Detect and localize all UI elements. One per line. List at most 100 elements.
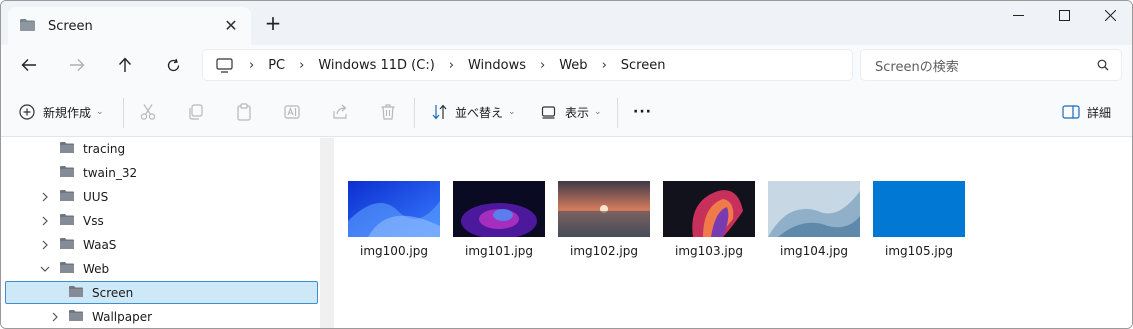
close-button[interactable] bbox=[1087, 1, 1132, 29]
details-pane-icon bbox=[1062, 105, 1080, 119]
nav-item-label: Wallpaper bbox=[92, 310, 153, 324]
file-name[interactable]: img105.jpg bbox=[865, 244, 973, 258]
file-thumbnail-img100[interactable] bbox=[348, 181, 440, 237]
up-button[interactable] bbox=[111, 53, 139, 77]
new-button[interactable]: 新規作成 ⌄ bbox=[19, 100, 104, 124]
breadcrumb-drive[interactable]: Windows 11D (C:) bbox=[318, 58, 434, 73]
breadcrumb-pc[interactable]: PC bbox=[268, 58, 285, 73]
close-icon bbox=[1104, 9, 1116, 21]
chevron-down-icon: ⌄ bbox=[508, 107, 516, 117]
command-bar: 新規作成 ⌄ 並べ替え ⌄ 表示 ⌄ ··· 詳細 bbox=[1, 86, 1132, 137]
close-tab-icon[interactable]: ✕ bbox=[223, 16, 239, 35]
nav-selection-highlight bbox=[5, 281, 318, 304]
folder-icon bbox=[68, 285, 84, 301]
chevron-down-icon: ⌄ bbox=[96, 107, 104, 117]
cut-button[interactable] bbox=[139, 100, 157, 124]
navigation-pane-scrollbar[interactable] bbox=[320, 138, 334, 328]
file-thumbnail-img104[interactable] bbox=[768, 181, 860, 237]
chevron-right-icon[interactable] bbox=[39, 191, 51, 203]
tab-title: Screen bbox=[48, 18, 93, 34]
folder-icon bbox=[59, 141, 75, 157]
copy-icon bbox=[189, 104, 203, 120]
breadcrumb-separator[interactable]: › bbox=[249, 58, 254, 73]
nav-item-label: Screen bbox=[92, 286, 134, 300]
toolbar-divider bbox=[123, 98, 124, 128]
forward-button[interactable] bbox=[63, 53, 91, 77]
nav-item-waas[interactable]: WaaS bbox=[59, 234, 116, 256]
nav-item-twain-32[interactable]: twain_32 bbox=[59, 162, 137, 184]
search-box[interactable]: Screenの検索 bbox=[860, 49, 1122, 81]
title-bar: Screen ✕ + bbox=[1, 1, 1132, 45]
new-tab-button[interactable]: + bbox=[263, 11, 283, 35]
search-icon[interactable] bbox=[1097, 59, 1109, 75]
rename-button[interactable] bbox=[283, 100, 301, 124]
file-thumbnail-img103[interactable] bbox=[663, 181, 755, 237]
pc-monitor-icon[interactable] bbox=[216, 57, 233, 73]
maximize-button[interactable] bbox=[1041, 1, 1087, 29]
arrow-up-icon bbox=[118, 57, 132, 72]
nav-item-tracing[interactable]: tracing bbox=[59, 138, 125, 160]
tab-screen[interactable]: Screen ✕ bbox=[8, 7, 251, 45]
nav-item-label: Vss bbox=[83, 214, 104, 228]
arrow-right-icon bbox=[70, 59, 85, 71]
nav-item-label: WaaS bbox=[83, 238, 117, 252]
toolbar-divider bbox=[414, 98, 415, 128]
nav-item-vss[interactable]: Vss bbox=[59, 210, 104, 232]
nav-item-screen[interactable]: Screen bbox=[68, 282, 133, 304]
sort-button[interactable]: 並べ替え ⌄ bbox=[431, 100, 516, 124]
file-name[interactable]: img104.jpg bbox=[760, 244, 868, 258]
chevron-right-icon[interactable] bbox=[39, 215, 51, 227]
chevron-down-icon: ⌄ bbox=[594, 107, 602, 117]
folder-icon bbox=[59, 189, 75, 205]
breadcrumb-screen[interactable]: Screen bbox=[621, 58, 666, 73]
back-button[interactable] bbox=[15, 53, 43, 77]
view-icon bbox=[541, 106, 556, 119]
file-explorer-window: Screen ✕ + › PC › Windows 11D (C:) › Win… bbox=[0, 0, 1133, 329]
details-label: 詳細 bbox=[1087, 105, 1112, 120]
minimize-icon bbox=[1012, 14, 1024, 16]
nav-item-wallpaper[interactable]: Wallpaper bbox=[68, 306, 152, 328]
folder-icon bbox=[59, 165, 75, 181]
chevron-right-icon[interactable] bbox=[49, 311, 61, 323]
nav-item-web[interactable]: Web bbox=[59, 258, 109, 280]
nav-item-label: UUS bbox=[83, 190, 109, 204]
more-options-button[interactable]: ··· bbox=[633, 100, 652, 124]
paste-button[interactable] bbox=[235, 100, 253, 124]
breadcrumb-separator[interactable]: › bbox=[299, 58, 304, 73]
folder-icon bbox=[19, 18, 36, 35]
address-row: › PC › Windows 11D (C:) › Windows › Web … bbox=[1, 45, 1132, 86]
nav-item-label: tracing bbox=[83, 142, 126, 156]
view-button[interactable]: 表示 ⌄ bbox=[541, 100, 602, 124]
file-thumbnail-img101[interactable] bbox=[453, 181, 545, 239]
folder-icon bbox=[68, 309, 84, 325]
breadcrumb-web[interactable]: Web bbox=[559, 58, 587, 73]
breadcrumb-windows[interactable]: Windows bbox=[468, 58, 526, 73]
minimize-button[interactable] bbox=[995, 1, 1041, 29]
breadcrumb-separator[interactable]: › bbox=[449, 58, 454, 73]
chevron-right-icon[interactable] bbox=[39, 239, 51, 251]
view-label: 表示 bbox=[565, 105, 590, 120]
copy-button[interactable] bbox=[187, 100, 205, 124]
file-thumbnail-img102[interactable] bbox=[558, 181, 650, 237]
nav-item-uus[interactable]: UUS bbox=[59, 186, 108, 208]
share-button[interactable] bbox=[331, 100, 349, 124]
arrow-left-icon bbox=[21, 59, 36, 71]
file-thumbnail-img105[interactable] bbox=[873, 181, 965, 237]
folder-icon bbox=[59, 213, 75, 229]
trash-icon bbox=[381, 104, 395, 120]
scissors-icon bbox=[140, 104, 156, 120]
details-pane-button[interactable]: 詳細 bbox=[1062, 100, 1111, 124]
address-bar[interactable]: › PC › Windows 11D (C:) › Windows › Web … bbox=[202, 49, 853, 81]
file-name[interactable]: img102.jpg bbox=[550, 244, 658, 258]
add-circle-icon bbox=[19, 104, 35, 120]
folder-icon bbox=[59, 261, 75, 277]
delete-button[interactable] bbox=[379, 100, 397, 124]
file-name[interactable]: img103.jpg bbox=[655, 244, 763, 258]
nav-item-label: Web bbox=[83, 262, 110, 276]
file-name[interactable]: img100.jpg bbox=[340, 244, 448, 258]
chevron-down-icon[interactable] bbox=[39, 263, 51, 275]
refresh-button[interactable] bbox=[159, 53, 187, 77]
file-name[interactable]: img101.jpg bbox=[445, 244, 553, 258]
breadcrumb-separator[interactable]: › bbox=[540, 58, 545, 73]
breadcrumb-separator[interactable]: › bbox=[602, 58, 607, 73]
